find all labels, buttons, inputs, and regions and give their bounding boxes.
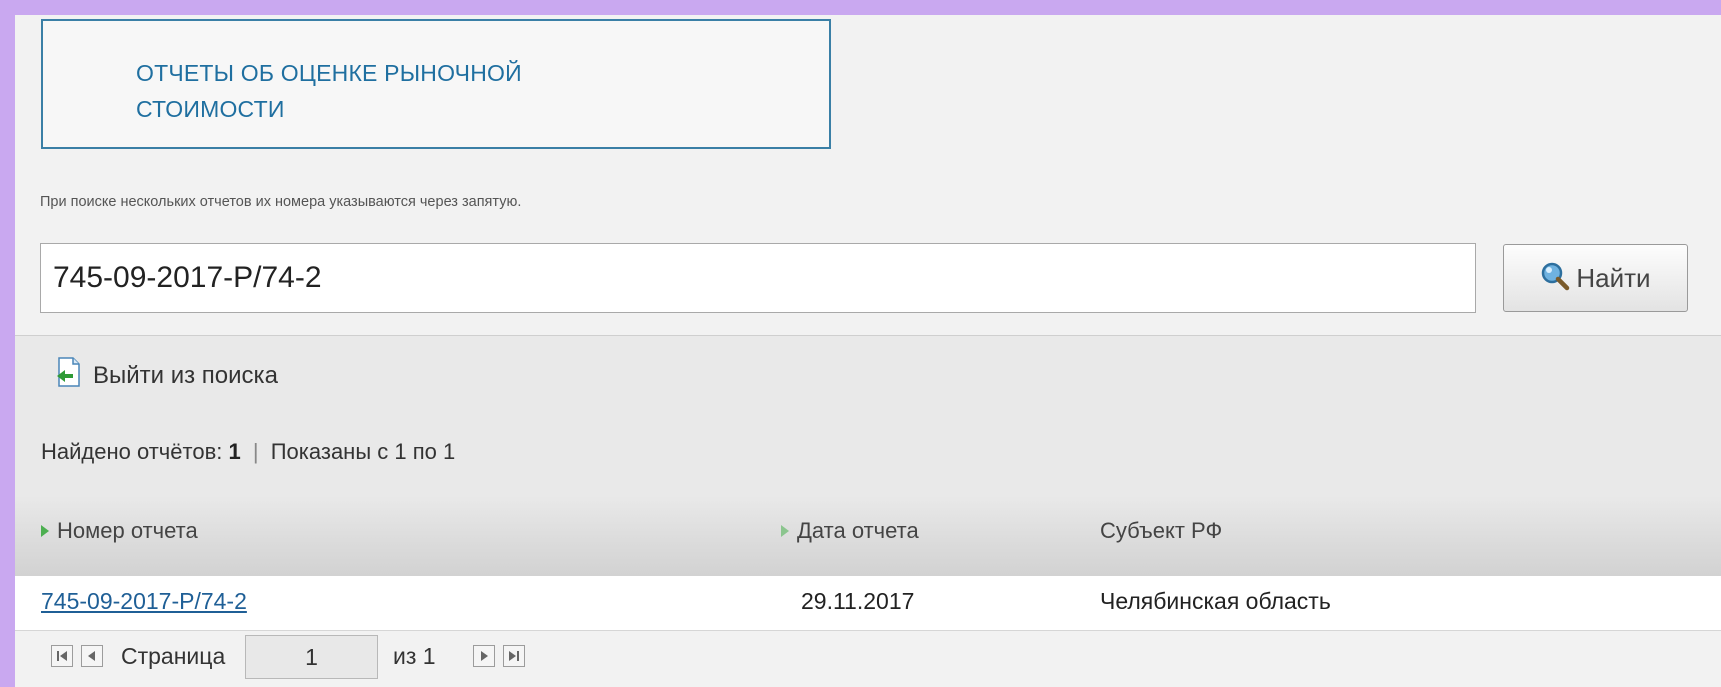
- summary-separator: |: [252, 439, 259, 464]
- shown-range: Показаны с 1 по 1: [270, 439, 456, 464]
- prev-page-button[interactable]: [81, 645, 103, 667]
- report-number-link[interactable]: 745-09-2017-Р/74-2: [41, 588, 247, 615]
- section-title: ОТЧЕТЫ ОБ ОЦЕНКЕ РЫНОЧНОЙ СТОИМОСТИ: [136, 55, 656, 127]
- found-label: Найдено отчётов:: [41, 439, 223, 464]
- column-header-label: Субъект РФ: [1100, 518, 1223, 543]
- magnifier-icon: [1540, 261, 1570, 296]
- table-row: 745-09-2017-Р/74-2 29.11.2017 Челябинска…: [15, 576, 1721, 631]
- report-date: 29.11.2017: [801, 588, 915, 614]
- next-page-icon: [481, 651, 488, 661]
- column-header-number[interactable]: Номер отчета: [41, 518, 198, 544]
- page-label: Страница: [121, 643, 226, 669]
- section-title-box: ОТЧЕТЫ ОБ ОЦЕНКЕ РЫНОЧНОЙ СТОИМОСТИ: [41, 19, 831, 149]
- exit-search-label: Выйти из поиска: [93, 361, 278, 389]
- page-total: из 1: [393, 643, 436, 669]
- results-area: Выйти из поиска Найдено отчётов: 1 | Пок…: [15, 336, 1721, 576]
- search-button-label: Найти: [1576, 262, 1651, 293]
- search-input[interactable]: [40, 243, 1476, 313]
- exit-document-icon: [53, 356, 85, 395]
- last-page-icon: [509, 651, 519, 661]
- first-page-button[interactable]: [51, 645, 73, 667]
- search-hint: При поиске нескольких отчетов их номера …: [40, 194, 522, 210]
- page-number-input[interactable]: [245, 635, 378, 679]
- results-summary: Найдено отчётов: 1 | Показаны с 1 по 1: [41, 439, 455, 465]
- column-header-region: Субъект РФ: [1100, 518, 1222, 544]
- last-page-button[interactable]: [503, 645, 525, 667]
- prev-page-icon: [88, 651, 95, 661]
- table-header: Номер отчета Дата отчета Субъект РФ: [15, 496, 1721, 576]
- found-count: 1: [228, 439, 241, 464]
- reports-panel: ОТЧЕТЫ ОБ ОЦЕНКЕ РЫНОЧНОЙ СТОИМОСТИ При …: [15, 15, 1721, 687]
- exit-search-link[interactable]: Выйти из поиска: [53, 356, 278, 395]
- pagination: Страница из 1: [15, 631, 1721, 687]
- next-page-button[interactable]: [473, 645, 495, 667]
- report-region: Челябинская область: [1100, 588, 1331, 614]
- column-header-label: Дата отчета: [797, 518, 919, 543]
- sort-arrow-icon: [41, 525, 49, 537]
- section-title-line1: ОТЧЕТЫ ОБ ОЦЕНКЕ РЫНОЧНОЙ: [136, 60, 522, 86]
- column-header-label: Номер отчета: [57, 518, 198, 543]
- sort-arrow-icon: [781, 525, 789, 537]
- search-button[interactable]: Найти: [1503, 244, 1688, 312]
- first-page-icon: [57, 651, 67, 661]
- column-header-date[interactable]: Дата отчета: [781, 518, 919, 544]
- section-title-line2: СТОИМОСТИ: [136, 96, 285, 122]
